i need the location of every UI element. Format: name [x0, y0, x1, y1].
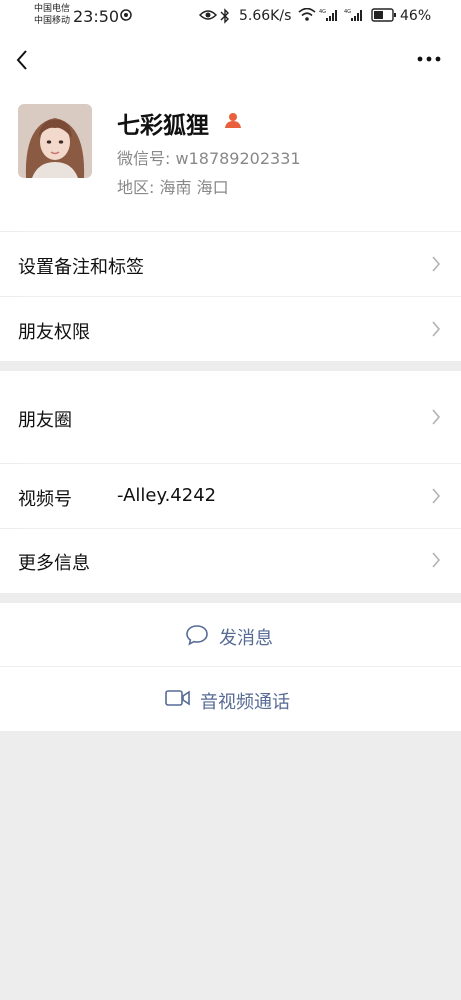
carrier-1: 中国电信 [34, 4, 71, 14]
nickname: 七彩狐狸 [117, 113, 209, 139]
channels-item[interactable]: 视频号 -Alley.4242 [0, 464, 461, 528]
eye-icon [199, 10, 217, 20]
chevron-right-icon [432, 488, 441, 504]
chevron-right-icon [432, 256, 441, 272]
more-info-label: 更多信息 [18, 553, 90, 574]
wechat-id-label: 微信号: [117, 149, 171, 168]
location-icon [120, 9, 132, 21]
nav-bar [0, 34, 461, 86]
region-row: 地区: 海南 海口 [117, 174, 229, 198]
network-speed: 5.66K/s [239, 8, 292, 24]
battery-icon [371, 8, 396, 22]
video-call-button[interactable]: 音视频通话 [0, 667, 461, 731]
friend-permissions-item[interactable]: 朋友权限 [0, 297, 461, 361]
moments-item[interactable]: 朋友圈 [0, 371, 461, 463]
avatar-image [18, 104, 92, 178]
video-call-label: 音视频通话 [200, 692, 290, 713]
friend-permissions-label: 朋友权限 [18, 322, 90, 343]
remark-and-tags-label: 设置备注和标签 [18, 257, 144, 278]
chevron-right-icon [432, 321, 441, 337]
moments-label: 朋友圈 [18, 410, 72, 431]
bluetooth-icon [220, 8, 229, 24]
person-badge-icon [225, 113, 241, 128]
channels-label: 视频号 [18, 489, 72, 510]
signal-4g-icon: 4G [319, 9, 337, 21]
remark-and-tags-item[interactable]: 设置备注和标签 [0, 232, 461, 296]
battery-percent: 46% [400, 8, 432, 24]
status-time: 23:50 [73, 7, 120, 26]
signal-4g-icon-2: 4G [344, 9, 362, 21]
more-info-item[interactable]: 更多信息 [0, 529, 461, 593]
carrier-info: 中国电信 中国移动 [34, 3, 70, 27]
wifi-icon [298, 8, 316, 21]
chevron-right-icon [432, 552, 441, 568]
wechat-id-row: 微信号: w18789202331 [117, 145, 301, 169]
more-dots-icon[interactable] [417, 54, 441, 64]
send-message-button[interactable]: 发消息 [0, 603, 461, 667]
chat-bubble-icon [186, 625, 208, 646]
send-message-label: 发消息 [219, 628, 273, 649]
svg-text:4G: 4G [344, 9, 351, 15]
avatar[interactable] [18, 104, 92, 178]
video-camera-icon [165, 690, 190, 706]
wechat-id-value: w18789202331 [175, 149, 301, 168]
carrier-2: 中国移动 [34, 16, 71, 26]
channels-value: -Alley.4242 [117, 485, 217, 506]
chevron-right-icon [432, 409, 441, 425]
region-value: 海南 海口 [159, 178, 229, 197]
region-label: 地区: [117, 178, 155, 197]
profile-header: 七彩狐狸 微信号: w18789202331 地区: 海南 海口 [0, 86, 461, 231]
back-chevron-icon[interactable] [14, 48, 30, 72]
svg-text:4G: 4G [319, 9, 326, 15]
status-bar: 中国电信 中国移动 23:50 5.66K/s 4G 4G 46% [0, 0, 461, 34]
